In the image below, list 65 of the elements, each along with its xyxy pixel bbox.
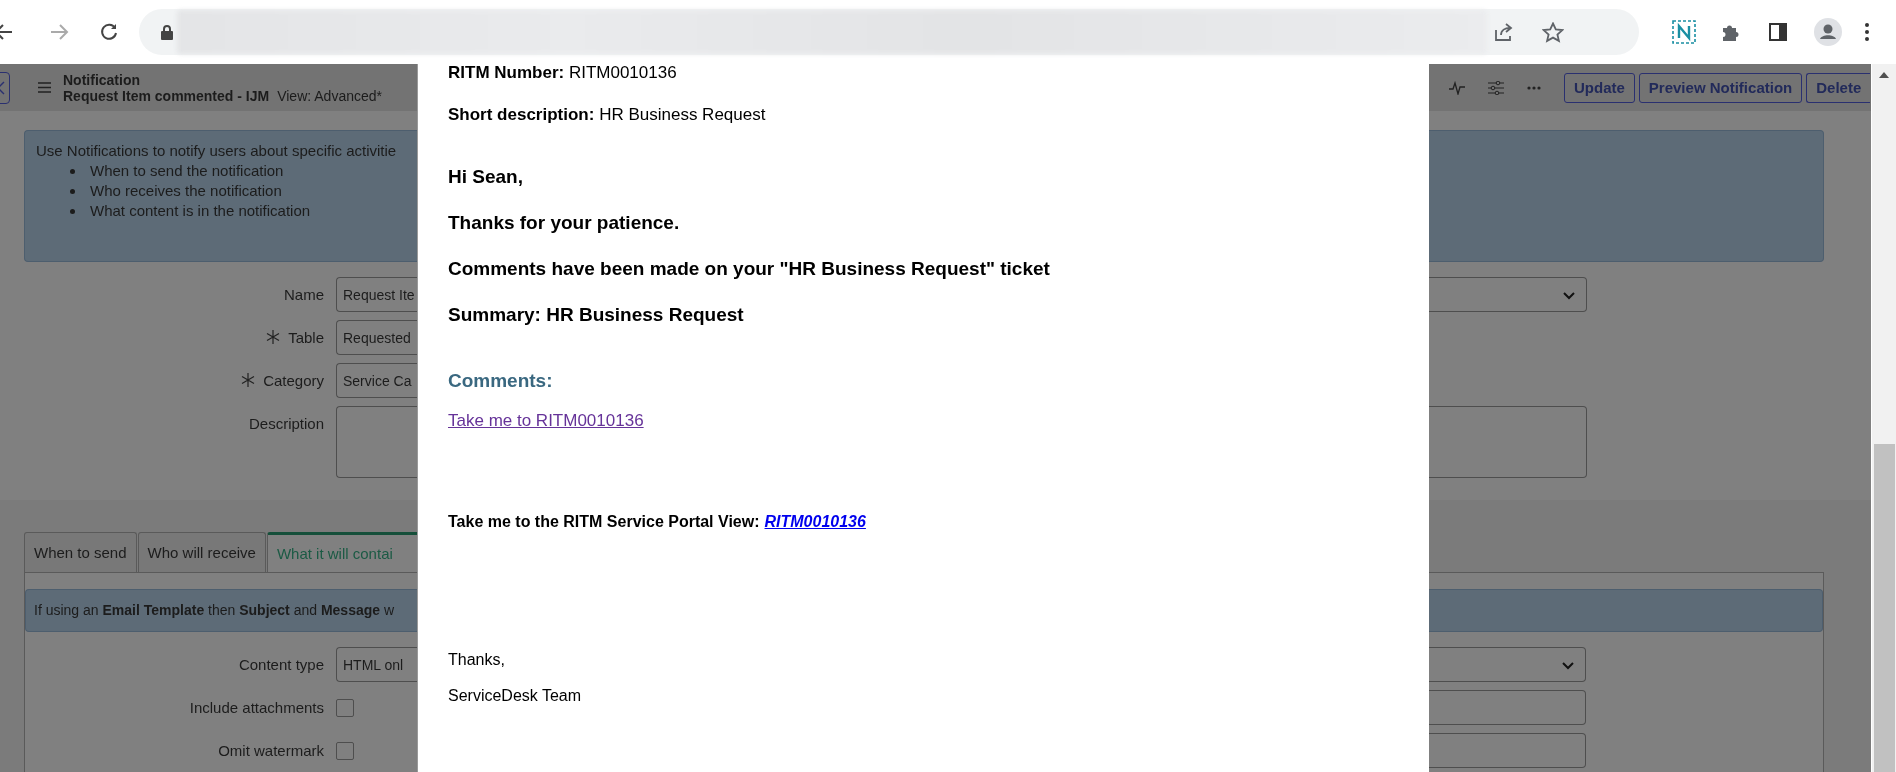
- select-field[interactable]: [1429, 277, 1587, 312]
- record-type: Notification: [63, 71, 141, 88]
- star-icon[interactable]: [1542, 21, 1564, 43]
- detail-line: Short description: HR Business Request: [448, 106, 767, 124]
- description-field[interactable]: [1429, 406, 1587, 478]
- message-line: Thanks for your patience.: [448, 211, 681, 235]
- field-label: Description: [248, 415, 324, 432]
- field-label: Include attachments: [189, 699, 324, 716]
- extension-n-icon[interactable]: [1672, 20, 1696, 44]
- sliders-icon[interactable]: [1488, 80, 1504, 95]
- field-label: Table: [288, 329, 324, 346]
- action-button[interactable]: Delete: [1806, 72, 1871, 103]
- more-icon[interactable]: [1527, 85, 1541, 90]
- bullet-icon: [70, 208, 75, 214]
- input-field[interactable]: [1429, 690, 1586, 725]
- signoff-line: Thanks,: [448, 650, 506, 670]
- activity-icon[interactable]: [1449, 80, 1465, 95]
- description-field[interactable]: [336, 406, 417, 478]
- bullet-text: What content is in the notification: [90, 201, 311, 221]
- menu-icon[interactable]: [38, 82, 51, 93]
- checkbox[interactable]: [336, 741, 354, 760]
- record-link[interactable]: Take me to RITM0010136: [448, 411, 644, 431]
- record-title: Request Item commented - IJM: [63, 87, 270, 104]
- share-icon[interactable]: [1493, 22, 1515, 42]
- field-label: Content type: [238, 656, 324, 673]
- input-field[interactable]: Requested: [336, 320, 417, 355]
- detail-line: RITM Number: RITM0010136: [448, 64, 678, 82]
- notice-text: If using an Email Template then Subject and Message w: [25, 589, 417, 632]
- action-button[interactable]: Update: [1564, 72, 1635, 103]
- info-text: Use Notifications to notify users about specific activitie: [36, 141, 398, 161]
- portal-text: Take me to the RITM Service Portal View:: [448, 513, 760, 530]
- portal-link[interactable]: RITM0010136: [764, 513, 866, 530]
- field-label: Omit watermark: [218, 742, 324, 759]
- reload-icon[interactable]: [99, 22, 119, 42]
- action-button[interactable]: Preview Notification: [1638, 72, 1803, 103]
- bullet-text: Who receives the notification: [90, 181, 282, 201]
- field-label: Name: [284, 286, 324, 303]
- scroll-up-arrow-icon[interactable]: [1879, 72, 1889, 78]
- select-field[interactable]: HTML onl: [336, 647, 417, 682]
- avatar-icon[interactable]: [1814, 18, 1842, 46]
- tab[interactable]: Who will receive: [137, 532, 266, 572]
- select-field[interactable]: [1429, 647, 1586, 682]
- scrollbar-thumb[interactable]: [1873, 444, 1895, 772]
- message-line: Hi Sean,: [448, 165, 524, 189]
- lock-icon: [161, 24, 173, 40]
- message-line: Summary: HR Business Request: [448, 303, 745, 327]
- input-field[interactable]: [1429, 733, 1586, 768]
- signoff-line: ServiceDesk Team: [448, 686, 583, 706]
- tab[interactable]: When to send: [24, 532, 137, 572]
- more-menu-icon[interactable]: [1864, 22, 1870, 42]
- bullet-text: When to send the notification: [90, 161, 284, 181]
- back-arrow-icon[interactable]: [0, 22, 14, 42]
- input-field[interactable]: Service Ca: [336, 363, 417, 398]
- view-label[interactable]: View: Advanced*: [277, 87, 382, 104]
- section-heading: Comments:: [448, 369, 554, 393]
- field-label: Category: [263, 372, 324, 389]
- bullet-icon: [70, 168, 75, 174]
- select-field[interactable]: Request Ite: [336, 277, 417, 312]
- tab[interactable]: What it will contai: [266, 532, 417, 572]
- scrollbar[interactable]: [1871, 64, 1896, 772]
- checkbox[interactable]: [336, 698, 354, 717]
- side-panel-icon[interactable]: [1768, 22, 1788, 42]
- forward-arrow-icon[interactable]: [49, 22, 69, 42]
- message-line: Comments have been made on your "HR Business Request" ticket: [448, 257, 1051, 281]
- bullet-icon: [70, 188, 75, 194]
